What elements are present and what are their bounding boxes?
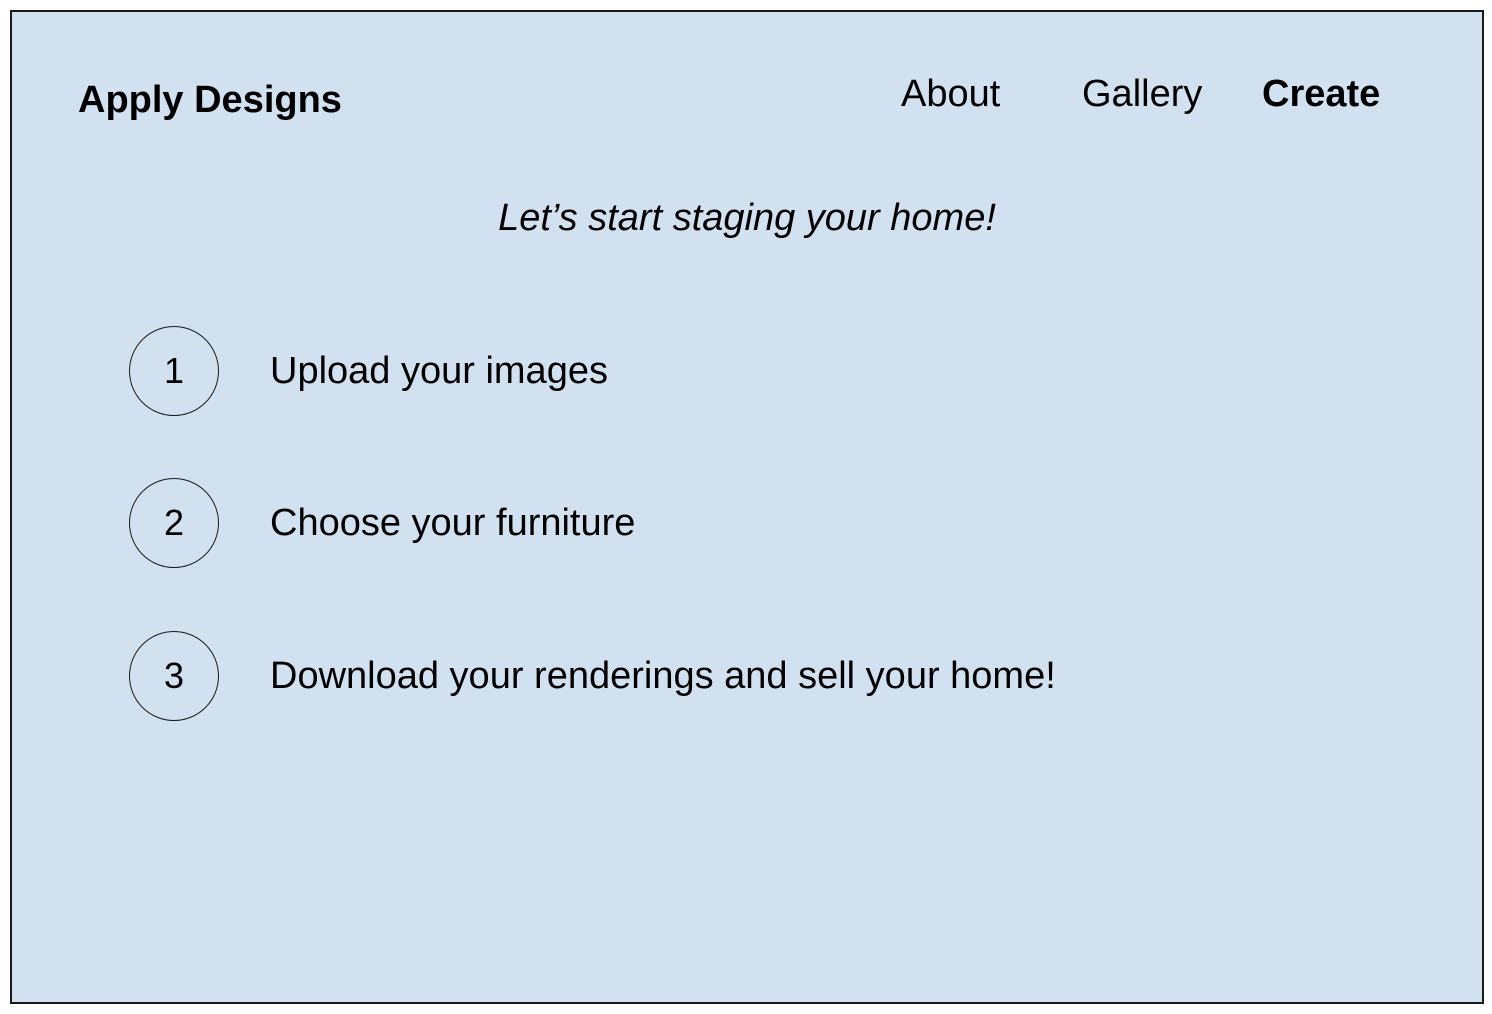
step-item-choose: 2 Choose your furniture	[129, 477, 635, 569]
step-label: Choose your furniture	[270, 502, 636, 544]
step-number-badge: 2	[129, 478, 219, 568]
step-number-badge: 1	[129, 326, 219, 416]
page-tagline: Let’s start staging your home!	[498, 197, 996, 239]
page-frame: Apply Designs About Gallery Create Let’s…	[10, 10, 1484, 1004]
nav-gallery-link[interactable]: Gallery	[1082, 72, 1202, 116]
brand-logo[interactable]: Apply Designs	[78, 78, 342, 122]
step-label: Download your renderings and sell your h…	[270, 655, 1056, 697]
step-number-badge: 3	[129, 631, 219, 721]
step-label: Upload your images	[270, 350, 608, 392]
step-item-download: 3 Download your renderings and sell your…	[129, 630, 1056, 722]
nav-about-link[interactable]: About	[901, 72, 1000, 116]
nav-create-link[interactable]: Create	[1262, 72, 1380, 116]
step-item-upload: 1 Upload your images	[129, 325, 608, 417]
